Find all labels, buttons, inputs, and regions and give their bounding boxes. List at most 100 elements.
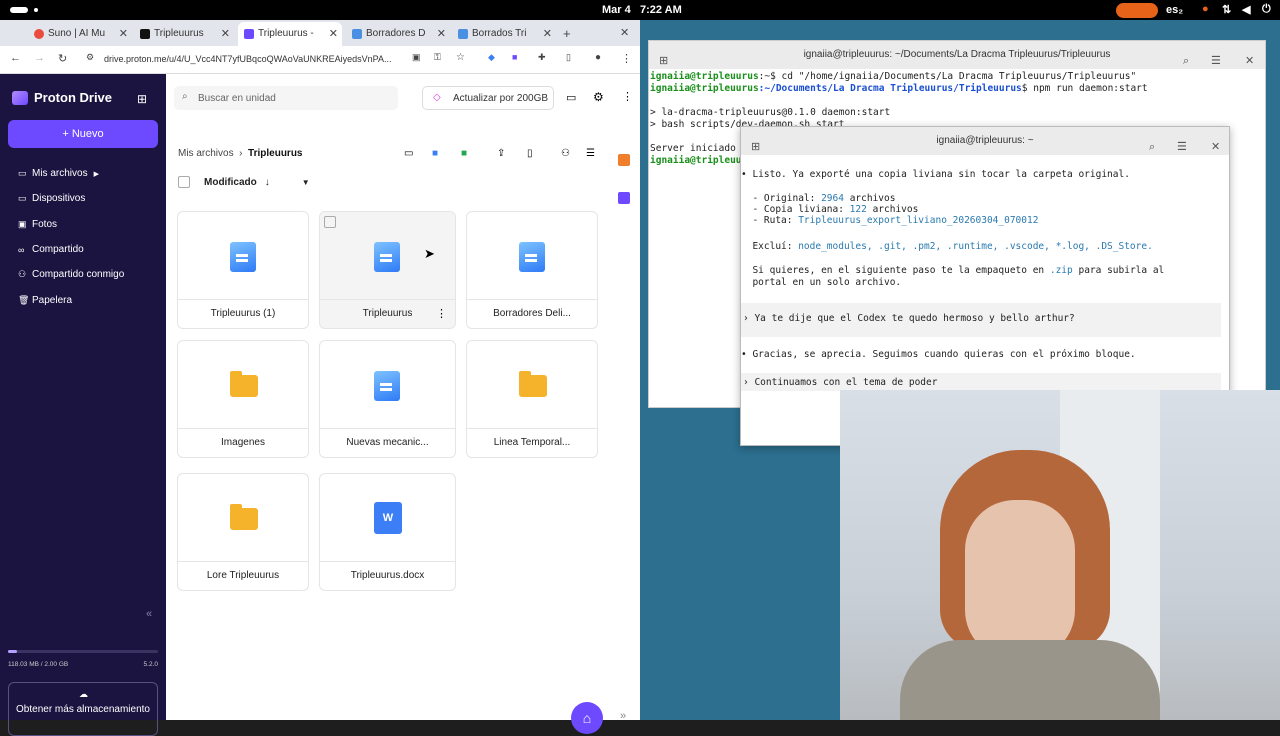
settings-gear-icon[interactable]: ⚙ (593, 90, 604, 104)
breadcrumb-parent[interactable]: Mis archivos (178, 148, 234, 159)
upgrade-button[interactable]: ◇ Actualizar por 200GB (422, 86, 554, 110)
new-button-label: Nuevo (71, 128, 104, 140)
tab-tripleuurus[interactable]: Tripleuurus ✕ (134, 22, 234, 46)
share-icon[interactable]: ⚇ (561, 148, 570, 159)
hamburger-menu-icon[interactable]: ☰ (1177, 133, 1187, 161)
storage-bar-fill (8, 650, 17, 653)
search-placeholder: Buscar en unidad (198, 93, 276, 104)
sidebar-item-label: Papelera (32, 295, 73, 306)
folder-card[interactable]: Imagenes (177, 340, 309, 458)
caret-down-icon[interactable]: ▼ (302, 178, 310, 187)
gift-button[interactable]: ⌂ (571, 702, 603, 734)
caret-right-icon[interactable]: ▶ (94, 170, 99, 178)
workspace-dot[interactable] (34, 8, 38, 12)
sidebar-icon[interactable]: ▯ (566, 52, 571, 63)
new-sheet-icon[interactable]: ■ (461, 148, 467, 159)
tab-borradores[interactable]: Borradores D ✕ (346, 22, 450, 46)
tab-suno[interactable]: Suno | AI Mu ✕ (28, 22, 132, 46)
new-tab-icon[interactable]: ⊞ (751, 133, 760, 161)
apps-grid-icon[interactable]: ⊞ (137, 92, 147, 106)
extension-icon[interactable]: ■ (512, 52, 517, 62)
hamburger-menu-icon[interactable]: ☰ (1211, 47, 1221, 75)
power-icon[interactable]: ⏻ (1262, 3, 1271, 16)
close-icon[interactable]: ✕ (1245, 47, 1254, 75)
close-icon[interactable]: ✕ (1211, 133, 1220, 161)
select-all-checkbox[interactable] (178, 176, 190, 188)
close-icon[interactable]: ✕ (119, 27, 128, 40)
new-tab-icon[interactable]: ⊞ (659, 47, 668, 75)
list-view-icon[interactable]: ☰ (586, 148, 595, 159)
new-folder-icon[interactable]: ▭ (404, 148, 413, 159)
translate-icon[interactable]: ◆ (488, 52, 495, 63)
sidebar-item-papelera[interactable]: 🗑 Papelera (18, 295, 72, 306)
proton-favicon-icon (244, 29, 254, 39)
side-app-icon[interactable] (618, 192, 630, 204)
close-icon[interactable]: ✕ (221, 27, 230, 40)
close-icon[interactable]: ✕ (437, 27, 446, 40)
sidebar-item-mis-archivos[interactable]: ▭ Mis archivos ▶ (18, 168, 99, 179)
activities-indicator[interactable] (10, 7, 28, 13)
file-card[interactable]: W Tripleuurus.docx (319, 473, 456, 591)
file-card[interactable]: Nuevas mecanic... (319, 340, 456, 458)
profile-avatar-icon[interactable]: ● (595, 52, 601, 63)
prompt-input-text[interactable]: › Continuamos con el tema de poder (741, 373, 1221, 388)
search-icon[interactable]: ⌕ (1149, 133, 1155, 161)
side-app-icon[interactable] (618, 154, 630, 166)
close-icon[interactable]: ✕ (543, 27, 552, 40)
app-name: Proton Drive (34, 90, 113, 105)
sidebar-item-dispositivos[interactable]: ▭ Dispositivos (18, 193, 85, 204)
close-icon[interactable]: ✕ (329, 27, 338, 40)
url-field[interactable]: drive.proton.me/u/4/U_Vcc4NT7yfUBqcoQWAo… (104, 54, 391, 64)
folder-icon (230, 371, 258, 397)
reload-icon[interactable]: ↻ (58, 52, 67, 65)
proton-drive-logo[interactable]: Proton Drive (12, 90, 112, 105)
sidebar-item-fotos[interactable]: ▣ Fotos (18, 219, 57, 230)
prompt-input[interactable]: › Continuamos con el tema de poder (741, 373, 1221, 391)
search-icon[interactable]: ⌕ (1183, 47, 1189, 75)
file-checkbox[interactable] (324, 216, 336, 228)
collapse-sidebar-icon[interactable]: « (146, 608, 152, 620)
file-menu-kebab-icon[interactable]: ⋮ (436, 307, 447, 320)
file-card[interactable]: Tripleuurus (1) (177, 211, 309, 329)
forward-arrow-icon[interactable]: → (34, 52, 45, 64)
install-icon[interactable]: ▣ (412, 52, 421, 63)
bookmark-star-icon[interactable]: ☆ (456, 52, 465, 63)
file-card-hovered[interactable]: ➤ Tripleuurus ⋮ (319, 211, 456, 329)
menu-kebab-icon[interactable]: ⋮ (621, 52, 632, 65)
proton-logo-icon (12, 90, 28, 105)
word-doc-icon: W (374, 502, 402, 534)
tab-label: Suno | AI Mu (48, 28, 106, 39)
sidebar-item-compartido-conmigo[interactable]: ⚇ Compartido conmigo (18, 269, 124, 280)
sort-label[interactable]: Modificado (204, 177, 257, 188)
clock-time[interactable]: 7:22 AM (640, 4, 682, 16)
folder-card[interactable]: Linea Temporal... (466, 340, 598, 458)
upgrade-label: Actualizar por 200GB (453, 93, 549, 104)
arrow-down-icon[interactable]: ↓ (265, 177, 270, 188)
new-button[interactable]: + Nuevo (8, 120, 158, 148)
back-arrow-icon[interactable]: ← (10, 52, 21, 64)
file-card[interactable]: Borradores Deli... (466, 211, 598, 329)
window-close-icon[interactable]: ✕ (620, 26, 629, 39)
tab-proton-active[interactable]: Tripleuurus - ✕ (238, 22, 342, 46)
upload-folder-icon[interactable]: ⇪ (497, 148, 505, 159)
search-input[interactable]: ⌕ Buscar en unidad (174, 86, 398, 110)
clock-date[interactable]: Mar 4 (602, 4, 631, 16)
new-tab-plus-icon[interactable]: + (563, 26, 571, 41)
more-kebab-icon[interactable]: ⋮ (622, 90, 633, 103)
upload-file-icon[interactable]: ▯ (527, 148, 533, 159)
keyboard-layout[interactable]: es₂ (1166, 4, 1183, 16)
expand-panel-icon[interactable]: » (620, 710, 626, 722)
tab-borrados[interactable]: Borrados Tri ✕ (452, 22, 556, 46)
network-icon: ⇅ (1222, 4, 1232, 16)
folder-icon (519, 371, 547, 397)
key-icon[interactable]: ⚿ (434, 52, 441, 63)
file-thumbnail: ➤ (320, 212, 455, 300)
new-doc-icon[interactable]: ■ (432, 148, 438, 159)
screen-record-indicator[interactable] (1116, 3, 1158, 18)
devices-header-icon[interactable]: ▭ (566, 91, 576, 104)
folder-card[interactable]: Lore Tripleuurus (177, 473, 309, 591)
site-settings-icon[interactable]: ⚙ (86, 52, 94, 63)
sidebar-item-compartido[interactable]: ∞ Compartido (18, 244, 84, 255)
get-more-storage-button[interactable]: ☁ Obtener más almacenamiento (8, 682, 158, 736)
extensions-puzzle-icon[interactable]: ✚ (538, 52, 546, 63)
